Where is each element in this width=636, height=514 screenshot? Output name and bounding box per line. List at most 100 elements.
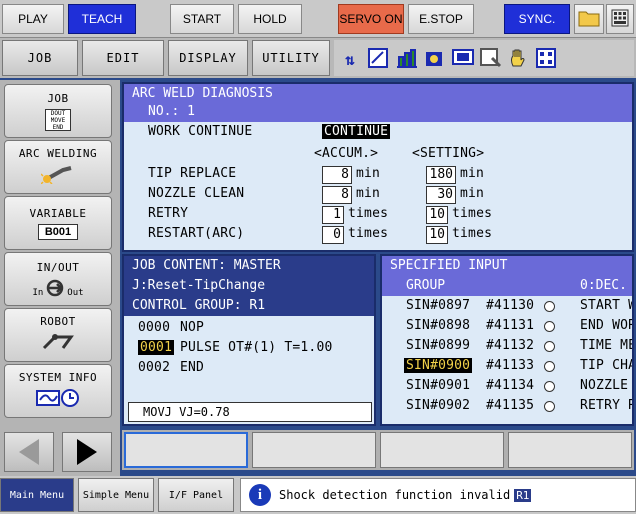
hold-button[interactable]: HOLD <box>238 4 302 34</box>
work-continue-value[interactable]: CONTINUE <box>322 124 391 139</box>
if-panel-button[interactable]: I/F Panel <box>158 478 234 512</box>
accum-header: <ACCUM.> <box>314 146 379 161</box>
weld-icon[interactable] <box>424 48 444 72</box>
command-input-line[interactable]: MOVJ VJ=0.78 <box>128 402 372 422</box>
prev-page-button[interactable] <box>4 432 54 472</box>
start-button[interactable]: START <box>170 4 234 34</box>
play-button[interactable]: PLAY <box>2 4 64 34</box>
retry-setting[interactable]: 10 <box>426 206 448 224</box>
status-message: Shock detection function invalid <box>279 488 511 502</box>
robot-group-tag: R1 <box>514 488 532 502</box>
sin-description: RETRY R <box>580 398 634 413</box>
out-label: Out <box>67 287 84 298</box>
job-line-number[interactable]: 0000 <box>138 320 170 335</box>
retry-accum[interactable]: 1 <box>322 206 344 224</box>
input-status-indicator <box>544 341 555 352</box>
monitor-icon[interactable] <box>452 48 474 72</box>
grid-icon[interactable] <box>536 48 556 72</box>
job-line-text[interactable]: NOP <box>180 320 204 335</box>
sin-description: START WO <box>580 298 632 313</box>
arrow-right-icon <box>63 439 111 475</box>
dec-label: 0:DEC. <box>580 278 627 293</box>
side-menu: JOB DOUT MOVE END ARC WELDING VARIABLE B… <box>0 80 120 480</box>
input-status-indicator <box>544 401 555 412</box>
restart-arc-setting[interactable]: 10 <box>426 226 448 244</box>
diag-row-label: TIP REPLACE <box>148 166 237 181</box>
diag-row-label: RESTART(ARC) <box>148 226 245 241</box>
input-status-indicator <box>544 321 555 332</box>
setting-header: <SETTING> <box>412 146 485 161</box>
side-system-info-button[interactable]: SYSTEM INFO <box>4 364 112 418</box>
group-label: GROUP <box>406 278 446 293</box>
graph-icon[interactable] <box>396 48 417 72</box>
status-bar: Main Menu Simple Menu I/F Panel i Shock … <box>0 476 636 514</box>
side-variable-button[interactable]: VARIABLE B001 <box>4 196 112 250</box>
job-menu-button[interactable]: JOB <box>2 40 78 76</box>
side-arc-welding-label: ARC WELDING <box>18 146 98 160</box>
hand-icon[interactable] <box>508 48 528 72</box>
job-line-text[interactable]: PULSE OT#(1) T=1.00 <box>180 340 333 355</box>
next-page-button[interactable] <box>62 432 112 472</box>
side-job-label: JOB <box>47 91 69 105</box>
tip-replace-setting[interactable]: 180 <box>426 166 456 184</box>
side-arc-welding-button[interactable]: ARC WELDING <box>4 140 112 194</box>
in-label: In <box>32 287 44 298</box>
variable-tag: B001 <box>37 223 79 240</box>
in-out-icon: In Out <box>32 278 84 298</box>
job-line-text[interactable]: END <box>180 360 204 375</box>
nozzle-clean-accum[interactable]: 8 <box>322 186 352 204</box>
work-continue-label: WORK CONTINUE <box>148 124 253 139</box>
teach-button[interactable]: TEACH <box>68 4 136 34</box>
side-in-out-button[interactable]: IN/OUT In Out <box>4 252 112 306</box>
side-in-out-label: IN/OUT <box>36 260 80 274</box>
job-line-number[interactable]: 0002 <box>138 360 170 375</box>
diag-unit: times <box>348 226 389 241</box>
nozzle-clean-setting[interactable]: 30 <box>426 186 456 204</box>
robot-arm-icon <box>41 332 75 356</box>
sin-number: SIN#0901 <box>406 378 471 393</box>
display-menu-button[interactable]: DISPLAY <box>168 40 248 76</box>
sin-address: #41133 <box>486 358 535 373</box>
diag-unit: times <box>348 206 389 221</box>
sin-address: #41134 <box>486 378 535 393</box>
control-group: CONTROL GROUP: R1 <box>132 298 266 313</box>
message-area[interactable]: i Shock detection function invalid R1 <box>240 478 636 512</box>
input-status-indicator <box>544 361 555 372</box>
restart-arc-accum[interactable]: 0 <box>322 226 344 244</box>
side-robot-button[interactable]: ROBOT <box>4 308 112 362</box>
job-content-panel: JOB CONTENT: MASTER J:Reset-TipChange CO… <box>122 254 376 426</box>
edit-menu-button[interactable]: EDIT <box>82 40 164 76</box>
keyboard-button[interactable] <box>606 4 634 34</box>
job-line-number-selected[interactable]: 0001 <box>138 340 175 355</box>
folder-button[interactable] <box>574 4 604 34</box>
side-job-button[interactable]: JOB DOUT MOVE END <box>4 84 112 138</box>
diag-row-label: NOZZLE CLEAN <box>148 186 245 201</box>
sin-number-selected[interactable]: SIN#0900 <box>404 358 473 373</box>
estop-button[interactable]: E.STOP <box>408 4 474 34</box>
utility-menu-button[interactable]: UTILITY <box>252 40 330 76</box>
function-key-3[interactable] <box>380 432 504 468</box>
sin-description: NOZZLE <box>580 378 629 393</box>
diag-unit: times <box>452 206 493 221</box>
menu-bar: JOB EDIT DISPLAY UTILITY ⇅ <box>0 38 636 78</box>
arc-weld-diagnosis-panel: ARC WELD DIAGNOSIS NO.: 1 WORK CONTINUE … <box>122 82 634 252</box>
sin-number: SIN#0899 <box>406 338 471 353</box>
sort-icon[interactable]: ⇅ <box>340 48 360 72</box>
job-name: J:Reset-TipChange <box>132 278 266 293</box>
sync-button[interactable]: SYNC. <box>504 4 570 34</box>
tip-replace-accum[interactable]: 8 <box>322 166 352 184</box>
sin-description: TIME ME <box>580 338 634 353</box>
main-menu-button[interactable]: Main Menu <box>0 478 74 512</box>
mode-bar: PLAY TEACH START HOLD SERVO ON E.STOP SY… <box>0 0 636 38</box>
sin-number: SIN#0898 <box>406 318 471 333</box>
specified-input-panel: SPECIFIED INPUT GROUP 0:DEC. SIN#0897 #4… <box>380 254 634 426</box>
edit-icon[interactable] <box>368 48 388 72</box>
sin-number: SIN#0902 <box>406 398 471 413</box>
function-key-2[interactable] <box>252 432 376 468</box>
servo-on-button[interactable]: SERVO ON <box>338 4 404 34</box>
specified-input-title: SPECIFIED INPUT <box>390 258 508 273</box>
function-key-1[interactable] <box>124 432 248 468</box>
simple-menu-button[interactable]: Simple Menu <box>78 478 154 512</box>
cursor-icon[interactable] <box>480 48 502 72</box>
function-key-4[interactable] <box>508 432 632 468</box>
